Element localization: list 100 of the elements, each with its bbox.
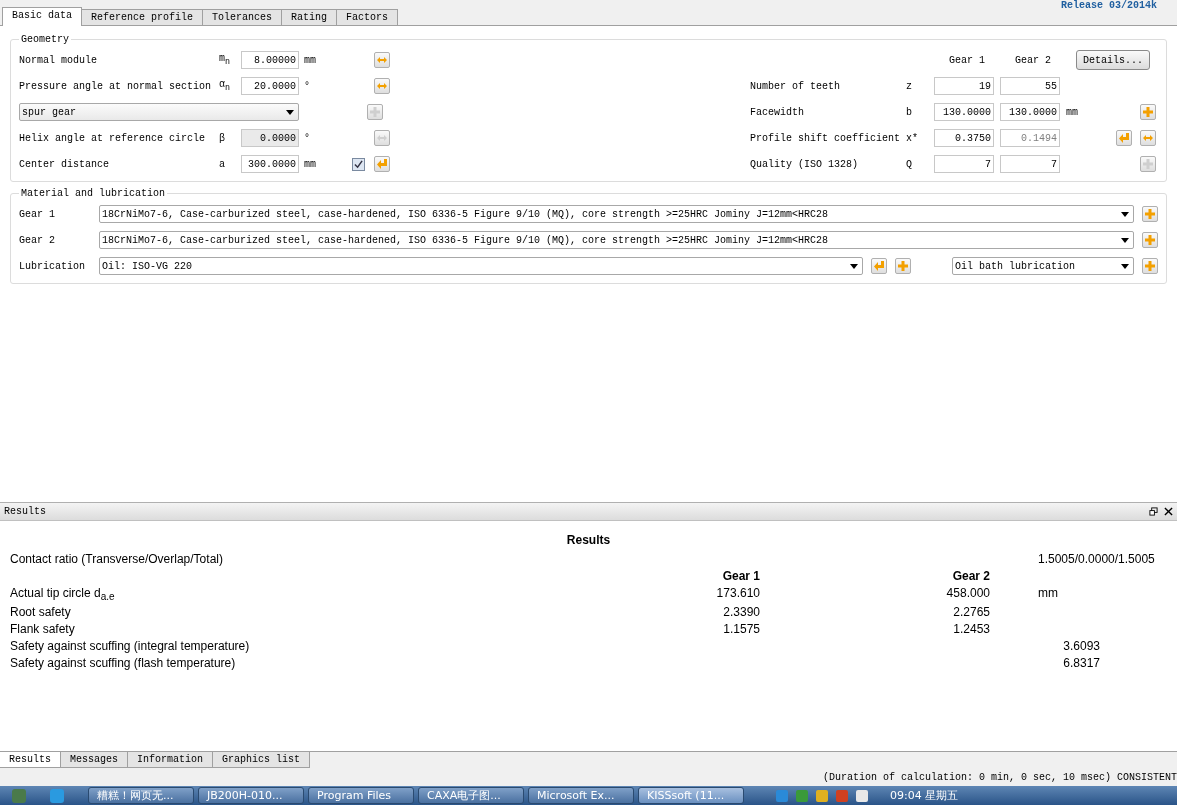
symbol: b	[906, 106, 913, 118]
unit-label: °	[303, 132, 311, 144]
plus-icon[interactable]	[1142, 206, 1158, 222]
field-label: Number of teeth	[750, 80, 841, 92]
column-header: Gear 1	[948, 54, 986, 66]
material-dropdown[interactable]: Oil: ISO-VG 220	[99, 257, 863, 275]
result-value: 2.3390	[723, 605, 760, 620]
field-label: Gear 2	[19, 234, 56, 246]
taskbar-button[interactable]: 糟糕！网页无...	[88, 787, 194, 805]
symbol: Q	[906, 158, 913, 170]
taskbar-button[interactable]: Program Files	[308, 787, 414, 805]
caret-icon	[1121, 237, 1129, 243]
number-field[interactable]: 300.0000	[241, 155, 299, 173]
details-button[interactable]: Details...	[1076, 50, 1150, 70]
caret-icon	[1121, 211, 1129, 217]
release-label: Release 03/2014k	[1061, 0, 1157, 12]
result-value: 6.8317	[1063, 656, 1100, 671]
plus-icon[interactable]	[1142, 232, 1158, 248]
result-label: Safety against scuffing (integral temperature)	[10, 639, 251, 654]
symbol: a	[219, 158, 226, 170]
unit-label: mm	[303, 158, 317, 170]
tab[interactable]: Basic data	[2, 7, 82, 26]
taskbar-button[interactable]: Microsoft Ex...	[528, 787, 634, 805]
restore-icon[interactable]	[1149, 507, 1158, 516]
field-label: Pressure angle at normal section	[19, 80, 213, 92]
number-field[interactable]: 19	[934, 77, 994, 95]
tab[interactable]: Graphics list	[212, 752, 311, 769]
symbol: x*	[906, 132, 919, 144]
swap-arrows-icon[interactable]	[1140, 130, 1156, 146]
swap-arrows-icon[interactable]	[374, 52, 390, 68]
result-value: 2.2765	[953, 605, 990, 620]
tab[interactable]: Messages	[60, 752, 129, 769]
clock: 09:04 星期五	[890, 788, 959, 804]
field-label: Quality (ISO 1328)	[750, 158, 860, 170]
quick-launch-icon[interactable]	[12, 788, 26, 803]
quick-launch-icon[interactable]	[50, 788, 64, 803]
checkbox[interactable]	[351, 157, 365, 171]
column-header: Gear 2	[1014, 54, 1052, 66]
result-value: 173.610	[716, 586, 760, 600]
field-label: Facewidth	[750, 106, 805, 118]
symbol: β	[219, 132, 226, 144]
result-label: Safety against scuffing (flash temperature)	[10, 656, 237, 671]
group-title: Material and lubrication	[20, 188, 167, 199]
unit-label: mm	[1038, 586, 1058, 602]
number-field[interactable]: 0.3750	[934, 129, 994, 147]
result-value: 3.6093	[1063, 639, 1100, 654]
return-arrow-icon[interactable]	[1116, 130, 1132, 146]
tab[interactable]: Rating	[281, 9, 338, 25]
results-heading: Results	[565, 533, 612, 547]
number-field[interactable]: 7	[934, 155, 994, 173]
result-value: 1.1575	[723, 622, 760, 637]
material-dropdown[interactable]: 18CrNiMo7-6, Case-carburized steel, case-hardened, ISO 6336-5 Figure 9/10 (MQ), core strength >=25HRC Jominy J=12mm<HRC28	[99, 205, 1134, 223]
result-value: 458.000	[946, 586, 990, 600]
number-field[interactable]: 20.0000	[241, 77, 299, 95]
taskbar-button[interactable]: CAXA电子图...	[418, 787, 524, 805]
unit-label: mm	[303, 54, 317, 66]
swap-arrows-icon[interactable]	[374, 78, 390, 94]
result-value: 1.2453	[953, 622, 990, 637]
gear-type-dropdown[interactable]: spur gear	[19, 103, 299, 121]
tab[interactable]: Tolerances	[202, 9, 283, 25]
caret-icon	[850, 263, 858, 269]
result-label: Actual tip circle d$_{a.e}$	[10, 586, 116, 603]
tab[interactable]: Reference profile	[81, 9, 204, 25]
tray-icon[interactable]	[856, 789, 868, 802]
group-title: Geometry	[20, 34, 70, 45]
material-dropdown[interactable]: 18CrNiMo7-6, Case-carburized steel, case-hardened, ISO 6336-5 Figure 9/10 (MQ), core strength >=25HRC Jominy J=12mm<HRC28	[99, 231, 1134, 249]
tab[interactable]: Results	[0, 752, 61, 769]
field-label: Lubrication	[19, 260, 86, 272]
result-label: Flank safety	[10, 622, 76, 637]
tray-icon[interactable]	[816, 789, 828, 802]
result-label: Contact ratio (Transverse/Overlap/Total)	[10, 552, 224, 566]
caret-icon	[1121, 263, 1129, 269]
symbol: z	[906, 80, 913, 92]
field-label: Helix angle at reference circle	[19, 132, 207, 144]
plus-icon[interactable]	[1140, 104, 1156, 120]
column-header: Gear 2	[951, 569, 990, 583]
number-field[interactable]: 130.0000	[1000, 103, 1060, 121]
number-field[interactable]: 55	[1000, 77, 1060, 95]
symbol: α$_{n}$	[219, 79, 231, 93]
unit-label: mm	[1066, 106, 1078, 118]
tab[interactable]: Information	[127, 752, 214, 769]
symbol: m$_{n}$	[219, 53, 231, 67]
close-icon[interactable]	[1164, 507, 1173, 516]
lubrication-method-dropdown[interactable]: Oil bath lubrication	[952, 257, 1134, 275]
number-field[interactable]: 8.00000	[241, 51, 299, 69]
plus-icon[interactable]	[1142, 258, 1158, 274]
plus-icon[interactable]	[895, 258, 911, 274]
result-label: Root safety	[10, 605, 72, 620]
result-value: 1.5005/0.0000/1.5005	[1038, 552, 1155, 566]
taskbar-button[interactable]: JB200H-010...	[198, 787, 304, 805]
field-label: Gear 1	[19, 208, 56, 220]
return-arrow-icon[interactable]	[871, 258, 887, 274]
number-field[interactable]: 130.0000	[934, 103, 994, 121]
caret-icon	[286, 109, 294, 115]
field-label: Profile shift coefficient	[750, 132, 902, 144]
status-text: (Duration of calculation: 0 min, 0 sec, 10 msec) CONSISTENT	[822, 771, 1177, 783]
tab[interactable]: Factors	[336, 9, 399, 25]
number-field[interactable]: 7	[1000, 155, 1060, 173]
field-label: Center distance	[19, 158, 110, 170]
return-arrow-icon[interactable]	[374, 156, 390, 172]
